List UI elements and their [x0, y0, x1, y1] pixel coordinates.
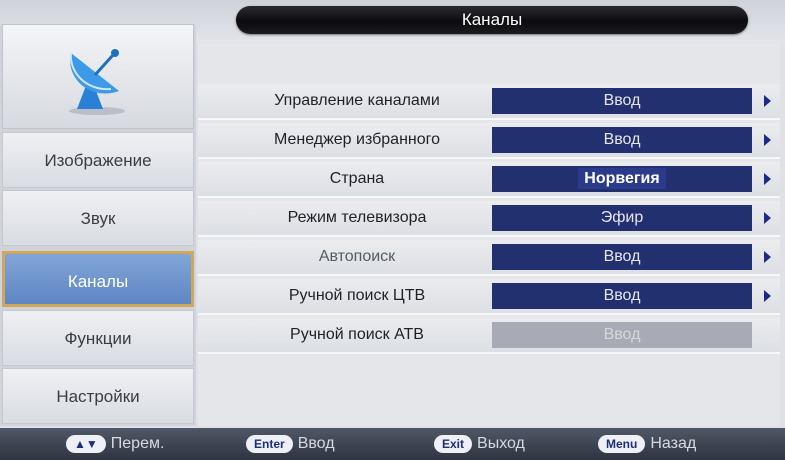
menu-row-country[interactable]: Страна Норвегия: [198, 162, 780, 198]
sidebar-item-features[interactable]: Функции: [2, 310, 194, 366]
hint-menu: Menu Назад: [598, 432, 696, 456]
row-label: Управление каналами: [274, 92, 440, 109]
hint-label: Ввод: [297, 435, 335, 452]
arrow-right-icon: [764, 290, 771, 302]
hint-label: Перем.: [110, 435, 165, 452]
sidebar-item-sound[interactable]: Звук: [2, 190, 194, 246]
page-title: Каналы: [236, 6, 748, 34]
row-value[interactable]: Норвегия: [492, 166, 752, 192]
menu-key-icon: Menu: [598, 435, 646, 453]
row-label: Режим телевизора: [287, 209, 427, 226]
sidebar: Изображение Звук Каналы Функции Настройк…: [0, 24, 196, 426]
sidebar-item-channels[interactable]: Каналы: [2, 251, 194, 307]
updown-key-icon: ▲▼: [66, 435, 106, 453]
row-label: Ручной поиск ЦТВ: [288, 287, 426, 304]
satellite-dish-icon: [69, 49, 125, 115]
row-label: Менеджер избранного: [273, 131, 441, 148]
tv-menu-screen: Каналы Изображение Звук Каналы Функции Н…: [0, 0, 785, 460]
menu-row-manual-atv-search: Ручной поиск АТВ Ввод: [198, 318, 780, 354]
arrow-right-icon: [764, 251, 771, 263]
sidebar-item-picture[interactable]: Изображение: [2, 132, 194, 188]
row-value[interactable]: Ввод: [492, 127, 752, 153]
row-label: Автопоиск: [318, 248, 396, 265]
hint-exit: Exit Выход: [434, 432, 525, 456]
channels-menu-panel: Управление каналами Ввод Менеджер избран…: [198, 44, 780, 426]
arrow-right-icon: [764, 95, 771, 107]
hint-label: Выход: [477, 435, 525, 452]
menu-row-tv-mode[interactable]: Режим телевизора Эфир: [198, 201, 780, 237]
sidebar-item-settings[interactable]: Настройки: [2, 368, 194, 424]
menu-row-favorites-manager[interactable]: Менеджер избранного Ввод: [198, 123, 780, 159]
enter-key-icon: Enter: [246, 435, 293, 453]
row-label: Ручной поиск АТВ: [290, 326, 424, 343]
hint-label: Назад: [650, 435, 697, 452]
hint-enter: Enter Ввод: [246, 432, 335, 456]
menu-row-auto-search[interactable]: Автопоиск Ввод: [198, 240, 780, 276]
category-logo-tile: [2, 24, 194, 129]
row-label: Страна: [329, 170, 385, 187]
row-value[interactable]: Ввод: [492, 283, 752, 309]
arrow-right-icon: [764, 212, 771, 224]
selected-value: Норвегия: [578, 168, 666, 189]
row-value-disabled: Ввод: [492, 322, 752, 348]
menu-row-channel-management[interactable]: Управление каналами Ввод: [198, 84, 780, 120]
exit-key-icon: Exit: [434, 435, 473, 453]
arrow-right-icon: [764, 173, 771, 185]
bottom-hint-bar: ▲▼ Перем. Enter Ввод Exit Выход Menu Назад: [0, 428, 785, 460]
menu-row-manual-dtv-search[interactable]: Ручной поиск ЦТВ Ввод: [198, 279, 780, 315]
row-value[interactable]: Ввод: [492, 244, 752, 270]
arrow-right-icon: [764, 134, 771, 146]
row-value[interactable]: Эфир: [492, 205, 752, 231]
row-value[interactable]: Ввод: [492, 88, 752, 114]
hint-navigate: ▲▼ Перем.: [66, 432, 164, 456]
